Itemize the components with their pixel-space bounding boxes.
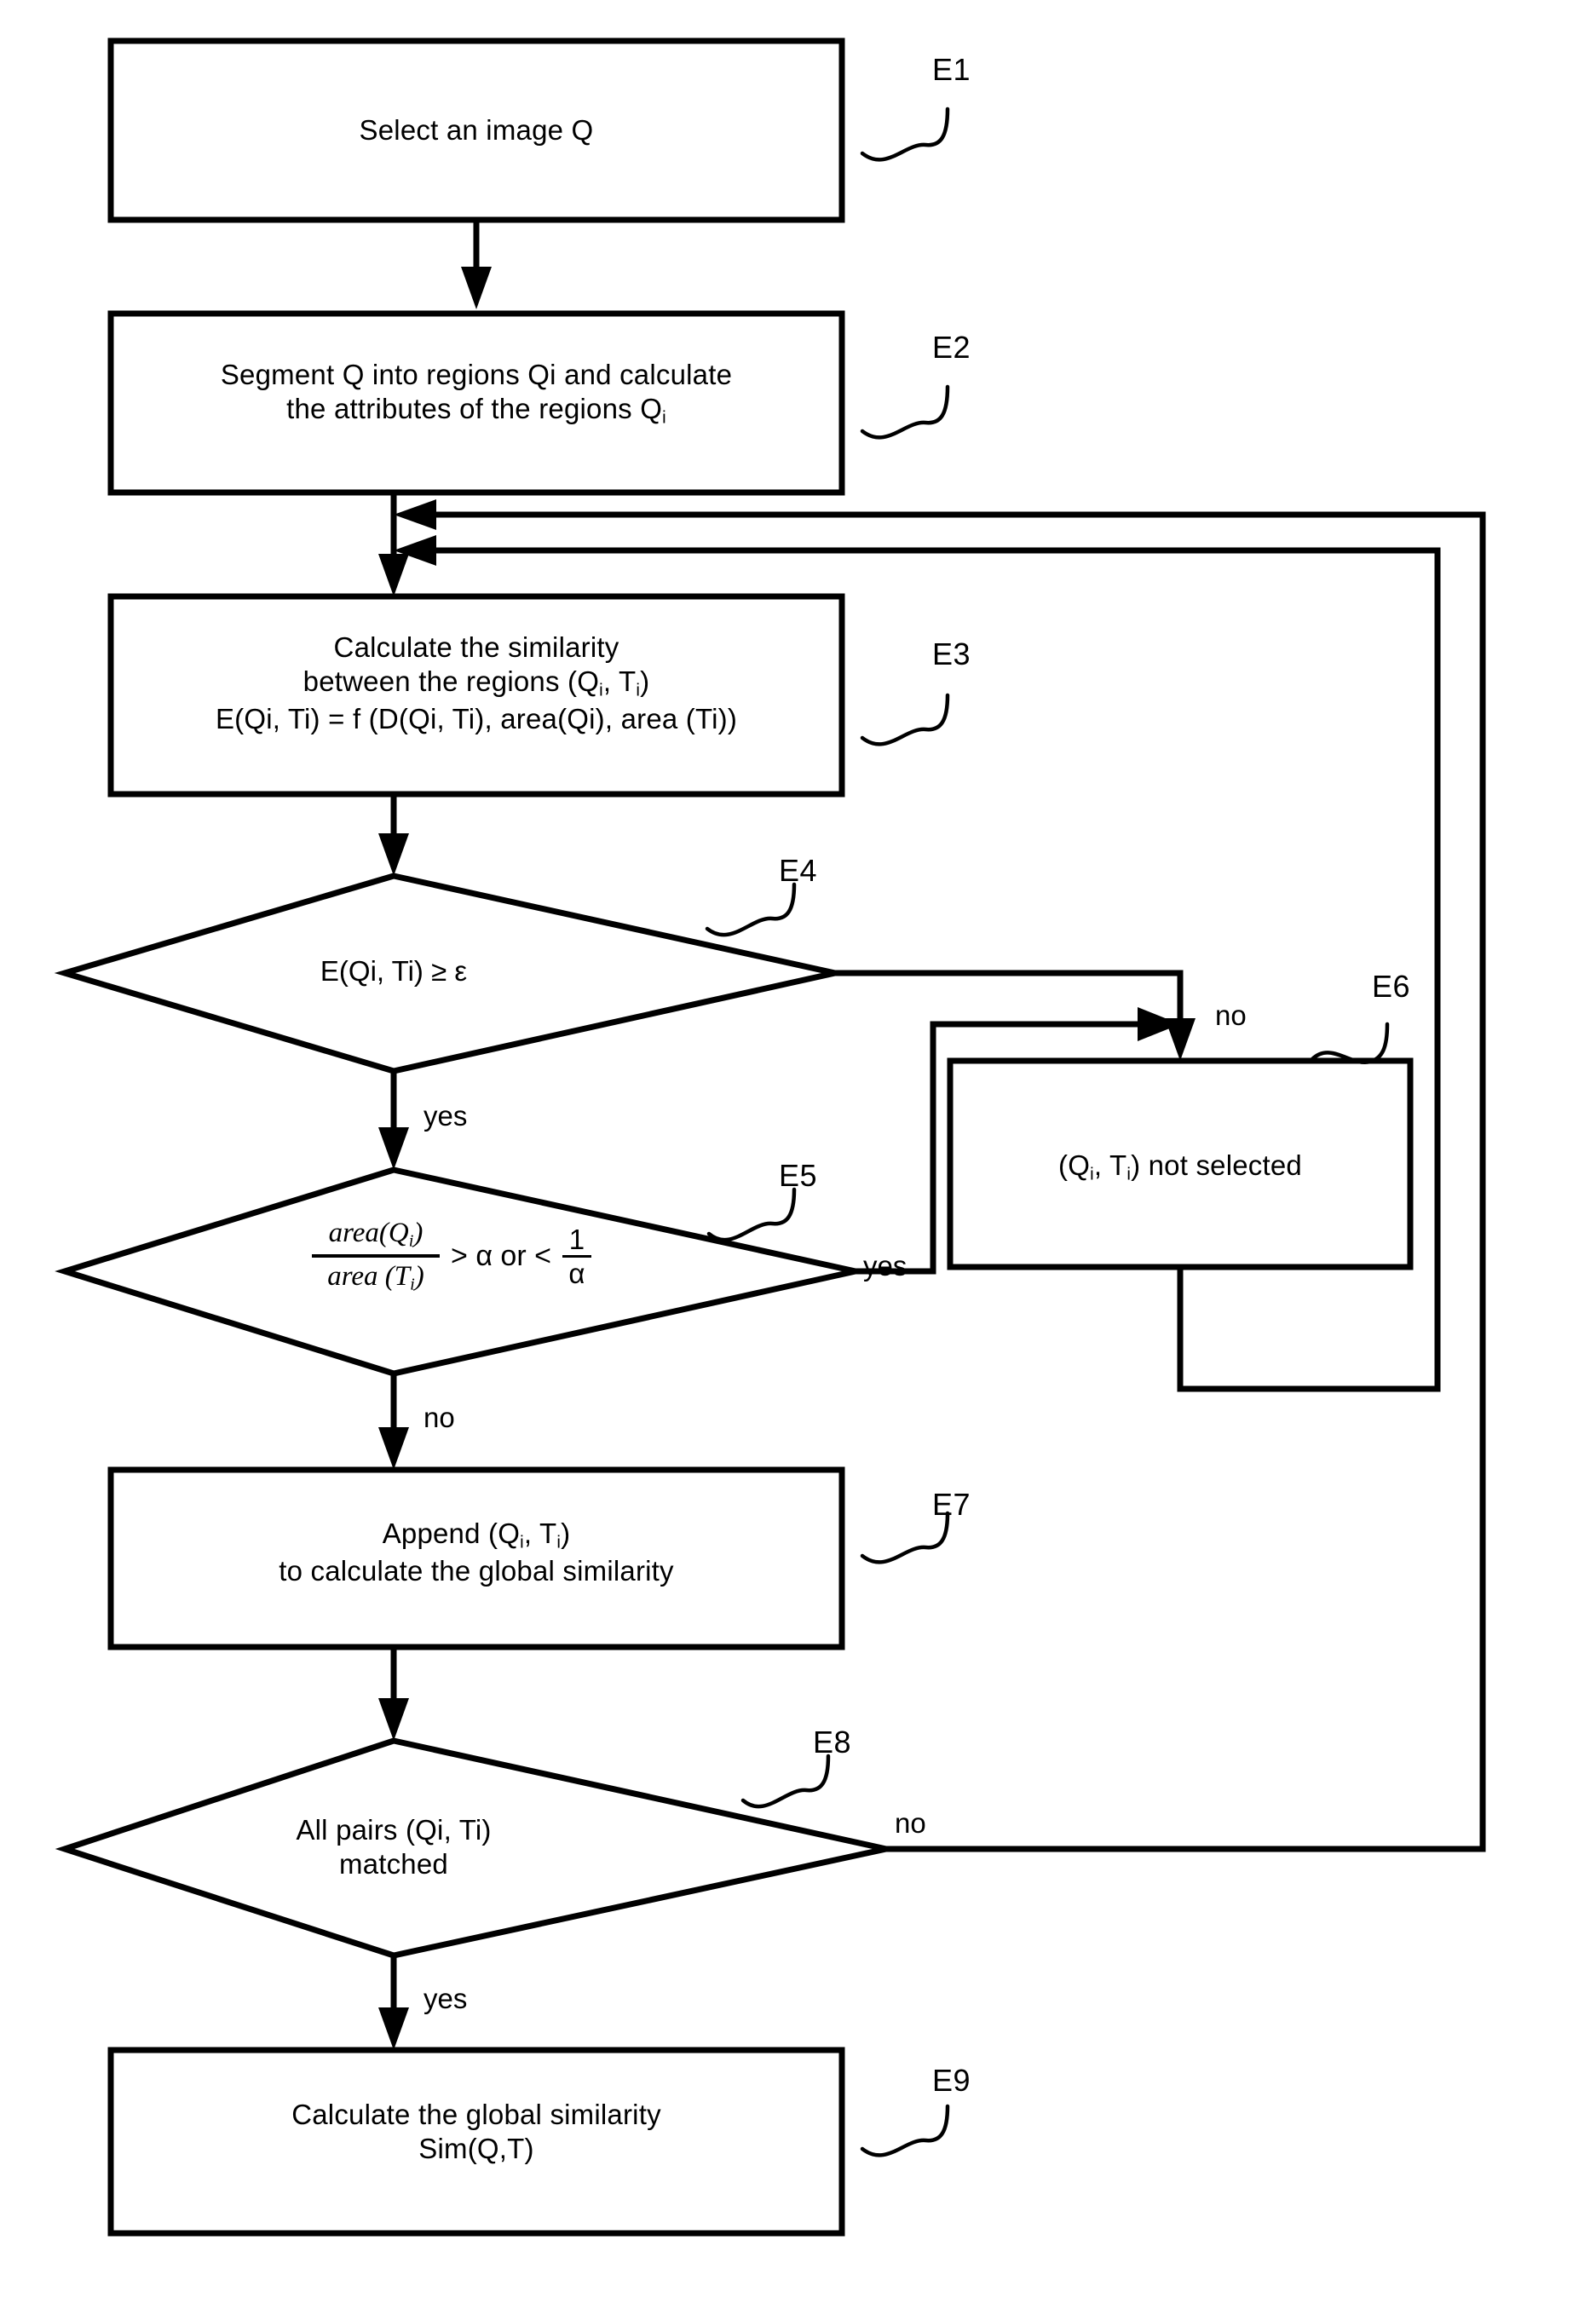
node-e2-line2: the attributes of the regions Qi bbox=[286, 393, 666, 428]
node-e1-label: Select an image Q bbox=[359, 114, 594, 146]
ref-label-e4: E4 bbox=[779, 853, 818, 888]
ref-label-e3: E3 bbox=[932, 636, 971, 671]
ref-leader-e1 bbox=[860, 107, 950, 162]
edge-label-e8-yes: yes bbox=[423, 1983, 468, 2014]
edge-label-e4-no: no bbox=[1215, 999, 1247, 1031]
e5-numerator: area(Qi) bbox=[328, 1218, 423, 1251]
node-e9-line2: Sim(Q,T) bbox=[418, 2133, 534, 2165]
ref-leader-e4 bbox=[705, 882, 797, 937]
ref-label-e2: E2 bbox=[932, 330, 971, 365]
edge-e8-yes-arrowhead bbox=[378, 2007, 409, 2050]
e5-fraction-bar bbox=[312, 1254, 441, 1258]
flowchart-page: Select an image Q E1 Segment Q into regi… bbox=[0, 0, 1596, 2298]
e5-denominator: area (Ti) bbox=[327, 1261, 424, 1294]
node-e6-label: (Qi, Ti) not selected bbox=[1058, 1149, 1302, 1184]
node-e9-label: Calculate the global similarity Sim(Q,T) bbox=[111, 2098, 842, 2167]
ref-leader-e8 bbox=[740, 1754, 831, 1809]
e5-expression: area(Qi) area (Ti) > α or < 1 α bbox=[312, 1218, 591, 1294]
e5-one-over-alpha: 1 α bbox=[562, 1225, 591, 1287]
ref-label-e1: E1 bbox=[932, 52, 971, 87]
edge-e5-no-arrowhead bbox=[378, 1427, 409, 1470]
edge-e2-e3-arrowhead bbox=[378, 554, 409, 596]
node-e4-label: E(Qi, Ti) ≥ ε bbox=[320, 955, 468, 987]
e5-one: 1 bbox=[568, 1224, 585, 1256]
node-e3-line3: E(Qi, Ti) = f (D(Qi, Ti), area(Qi), area… bbox=[215, 702, 738, 734]
node-e3-line1: Calculate the similarity bbox=[333, 631, 619, 663]
ref-leader-e6 bbox=[1310, 1022, 1390, 1065]
node-e7-line2: to calculate the global similarity bbox=[279, 1554, 674, 1587]
edge-label-e4-yes: yes bbox=[423, 1100, 468, 1132]
node-e8-label: All pairs (Qi, Ti) matched bbox=[223, 1813, 564, 1882]
ref-leader-e2 bbox=[860, 384, 950, 440]
ref-label-e5: E5 bbox=[779, 1158, 818, 1193]
edge-e1-e2-arrowhead bbox=[461, 267, 492, 309]
node-e8-line1: All pairs (Qi, Ti) bbox=[296, 1814, 492, 1846]
e5-area-fraction: area(Qi) area (Ti) bbox=[312, 1218, 441, 1294]
ref-leader-e9 bbox=[860, 2104, 950, 2157]
ref-label-e9: E9 bbox=[932, 2063, 971, 2098]
ref-label-e8: E8 bbox=[813, 1725, 852, 1759]
node-e3-line2: between the regions (Qi, Ti) bbox=[302, 665, 650, 700]
node-e8-line2: matched bbox=[339, 1848, 448, 1880]
edge-e8-no-arrowhead bbox=[394, 499, 436, 530]
ref-label-e7: E7 bbox=[932, 1487, 971, 1522]
e5-alpha: α bbox=[568, 1258, 585, 1290]
node-e9-line1: Calculate the global similarity bbox=[291, 2099, 661, 2130]
ref-leader-e3 bbox=[860, 693, 950, 746]
edge-e3-e4-arrowhead bbox=[378, 833, 409, 876]
edge-label-e5-yes: yes bbox=[863, 1250, 907, 1281]
edge-label-e5-no: no bbox=[423, 1402, 455, 1433]
node-e7-line1: Append (Qi, Ti) bbox=[382, 1518, 571, 1552]
node-e3-label: Calculate the similarity between the reg… bbox=[111, 631, 842, 736]
e5-operator: > α or < bbox=[451, 1239, 551, 1272]
edge-e4-yes-arrowhead bbox=[378, 1127, 409, 1170]
node-e7-label: Append (Qi, Ti) to calculate the global … bbox=[111, 1517, 842, 1588]
edge-label-e8-no: no bbox=[895, 1807, 926, 1839]
node-e2-line1: Segment Q into regions Qi and calculate bbox=[220, 359, 733, 390]
ref-label-e6: E6 bbox=[1372, 969, 1411, 1004]
node-e5-label: area(Qi) area (Ti) > α or < 1 α bbox=[170, 1218, 733, 1294]
node-e2-label: Segment Q into regions Qi and calculate … bbox=[111, 358, 842, 429]
edge-e7-e8-arrowhead bbox=[378, 1698, 409, 1741]
